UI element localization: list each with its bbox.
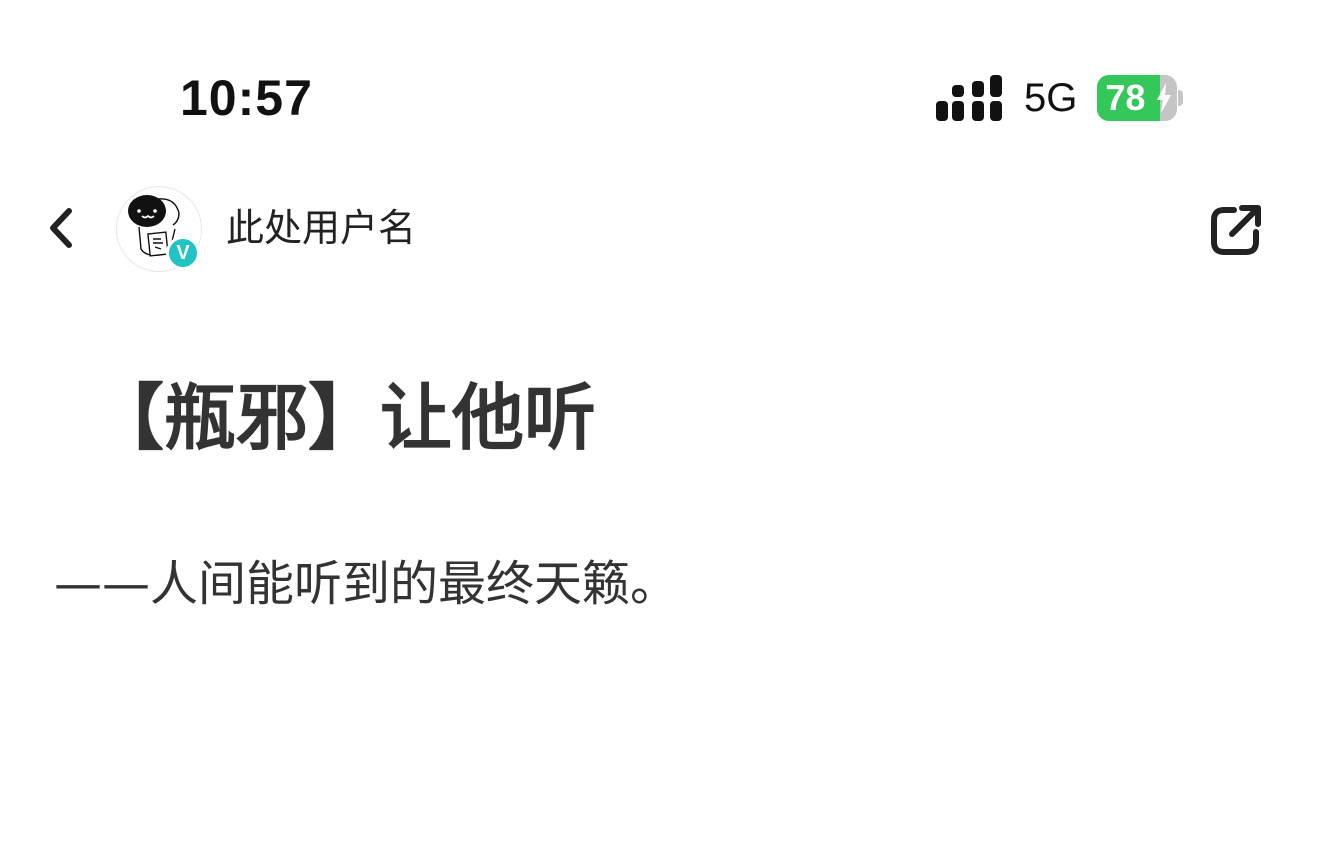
username[interactable]: 此处用户名: [226, 204, 416, 252]
chevron-left-icon: [50, 208, 72, 248]
charging-bolt-icon: [1157, 83, 1172, 113]
share-button[interactable]: [1206, 200, 1266, 260]
signal-bars-icon: [936, 75, 1002, 121]
back-button[interactable]: [36, 200, 84, 256]
post-title: 【瓶邪】让他听: [92, 376, 597, 460]
battery-tip: [1178, 90, 1184, 106]
battery-level: 78: [1105, 77, 1146, 118]
status-indicators: 5G 78: [936, 72, 1184, 124]
battery-body: 78: [1097, 75, 1178, 121]
verified-badge: V: [166, 236, 200, 270]
share-external-icon: [1211, 205, 1261, 255]
network-type: 5G: [1024, 76, 1078, 120]
status-time: 10:57: [180, 70, 313, 126]
nav-bar: V 此处用户名: [0, 180, 1320, 276]
battery-indicator: 78: [1097, 75, 1184, 121]
status-bar: 10:57 5G 78: [0, 0, 1320, 140]
post-subtitle: ——人间能听到的最终天籁。: [54, 556, 679, 612]
